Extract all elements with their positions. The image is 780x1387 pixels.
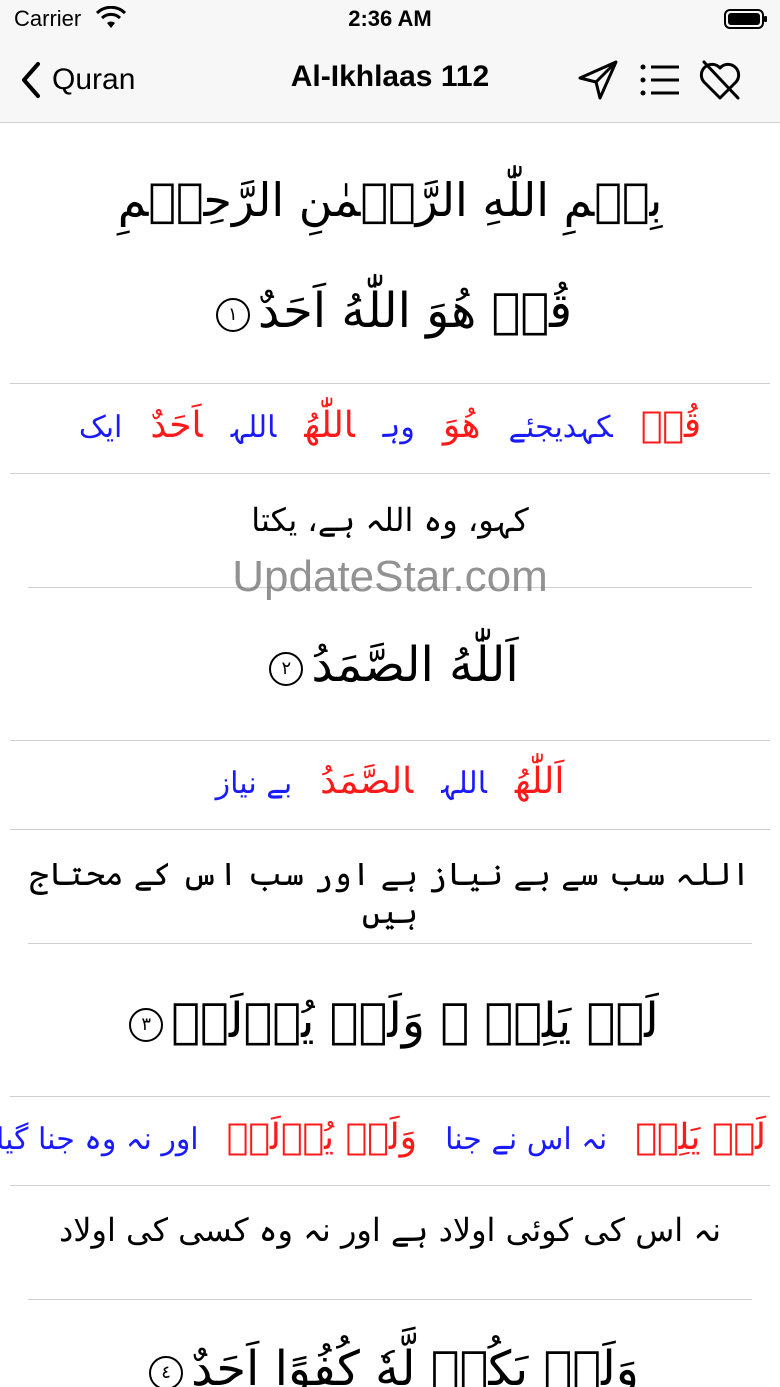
bismillah: بِسۡمِ اللّٰهِ الرَّحۡمٰنِ الرَّحِيۡمِ [117, 173, 663, 227]
word-urdu: کہدیجئے [508, 410, 613, 445]
ayah-2-arabic: اَللّٰهُ الصَّمَدُ٢ [0, 637, 780, 693]
ayah-arabic-text: اَللّٰهُ الصَّمَدُ [311, 637, 519, 693]
ayah-1-arabic: قُلۡ هُوَ اللّٰهُ اَحَدٌ١ [0, 283, 780, 339]
divider [10, 829, 770, 830]
divider [28, 1299, 752, 1300]
word-arabic: هُوَ [442, 405, 481, 446]
heart-slash-icon[interactable] [696, 56, 744, 104]
divider [28, 943, 752, 944]
ayah-number-badge: ٢ [269, 651, 304, 686]
watermark: UpdateStar.com [232, 552, 548, 601]
ayah-3-word-by-word: لَمۡ يَلِدۡ نہ اس نے جنا وَلَمۡ يُوۡلَدۡ او… [0, 1117, 780, 1158]
word-urdu: بے نیاز [215, 766, 293, 801]
word-urdu: وہ [382, 410, 415, 445]
divider [10, 383, 770, 384]
word-arabic: وَلَمۡ يُوۡلَدۡ [226, 1117, 418, 1158]
ayah-arabic-text: قُلۡ هُوَ اللّٰهُ اَحَدٌ [257, 283, 573, 339]
ayah-1-translation: کہو، وہ اللہ ہے، یکتا [251, 501, 529, 539]
word-arabic: اَللّٰهُ [514, 761, 565, 802]
ayah-number-badge: ٤ [149, 1355, 184, 1387]
battery-icon [724, 9, 767, 29]
chevron-left-icon [22, 62, 40, 98]
word-urdu: نہ اس نے جنا [445, 1122, 608, 1157]
status-time: 2:36 AM [348, 6, 432, 31]
back-button-label: Quran [52, 63, 136, 96]
divider [10, 1185, 770, 1186]
word-arabic: اللّٰهُ [304, 405, 355, 446]
list-icon[interactable] [636, 56, 684, 104]
surah-content[interactable]: بِسۡمِ اللّٰهِ الرَّحۡمٰنِ الرَّحِيۡمِ ق… [0, 123, 780, 1387]
back-button[interactable]: Quran [20, 58, 135, 102]
divider [10, 740, 770, 741]
ayah-4-arabic: وَلَمۡ يَكُنۡ لَّهٗ كُفُوًا اَحَدٌ٤ [0, 1341, 780, 1387]
status-bar: Carrier 2:36 AM [0, 0, 780, 40]
word-urdu: اور نہ وہ جنا گیا [0, 1122, 199, 1157]
divider [10, 473, 770, 474]
word-urdu: اللہ [230, 410, 277, 445]
ayah-2-translation: اللہ سب سے بے نیاز ہے اور سب اس کے محتاج… [29, 855, 751, 931]
ayah-1-word-by-word: قُلۡ کہدیجئے هُوَ وہ اللّٰهُ اللہ اَحَدٌ ایک [0, 405, 780, 446]
ayah-3-arabic: لَمۡ يَلِدۡ ۙ وَلَمۡ يُوۡلَدۡ٣ [0, 993, 780, 1049]
word-arabic: لَمۡ يَلِدۡ [635, 1117, 766, 1158]
ayah-number-badge: ١ [215, 297, 250, 332]
ayah-arabic-text: وَلَمۡ يَكُنۡ لَّهٗ كُفُوًا اَحَدٌ [191, 1341, 639, 1387]
word-arabic: قُلۡ [640, 405, 702, 446]
ayah-arabic-text: لَمۡ يَلِدۡ ۙ وَلَمۡ يُوۡلَدۡ [171, 993, 659, 1049]
word-urdu: اللہ [441, 766, 487, 801]
navigation-bar: Quran Al-Ikhlaas 112 [0, 40, 780, 123]
ayah-3-translation: نہ اس کی کوئی اولاد ہے اور نہ وہ کسی کی … [59, 1211, 721, 1249]
send-icon[interactable] [574, 56, 622, 104]
divider [10, 1096, 770, 1097]
word-urdu: ایک [78, 410, 123, 445]
ayah-2-word-by-word: اَللّٰهُ اللہ الصَّمَدُ بے نیاز [0, 761, 780, 802]
ayah-number-badge: ٣ [129, 1007, 164, 1042]
word-arabic: الصَّمَدُ [320, 761, 414, 802]
word-arabic: اَحَدٌ [150, 405, 203, 446]
